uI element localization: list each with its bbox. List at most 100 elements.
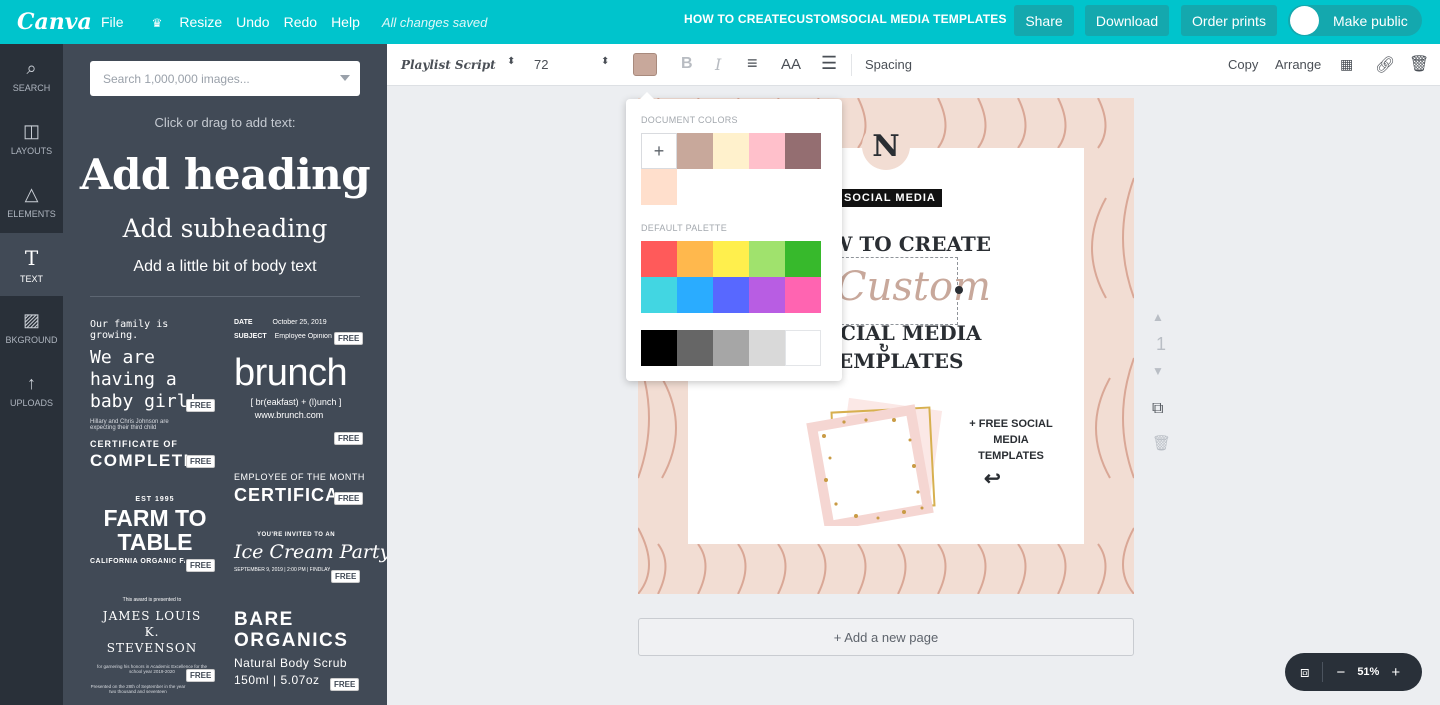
default-color-swatch[interactable] [677, 241, 713, 277]
toggle-knob [1290, 6, 1319, 35]
template-text: SEPTEMBER 9, 2019 | 2:00 PM | FINDLAY [234, 567, 330, 573]
zoom-in-button[interactable]: + [1391, 664, 1400, 681]
free-badge: FREE [331, 570, 361, 583]
nav-text[interactable]: T TEXT [0, 233, 63, 296]
default-color-swatch[interactable] [749, 277, 785, 313]
default-color-swatch[interactable] [785, 277, 821, 313]
delete-page-icon[interactable]: 🗑︎ [1152, 434, 1171, 452]
zoom-divider [1321, 662, 1323, 682]
text-panel: Search 1,000,000 images... Click or drag… [63, 44, 387, 705]
gray-color-swatch[interactable] [677, 330, 713, 366]
zoom-out-button[interactable]: − [1337, 664, 1346, 681]
template-text: [ br(eakfast) + (l)unch ] [250, 397, 342, 407]
default-color-swatch[interactable] [785, 241, 821, 277]
custom-script-text[interactable]: Custom [836, 264, 991, 310]
text-color-button[interactable] [633, 53, 657, 76]
default-color-swatch[interactable] [641, 241, 677, 277]
order-prints-button[interactable]: Order prints [1181, 5, 1277, 36]
gray-color-swatch[interactable] [749, 330, 785, 366]
nav-background[interactable]: ▨ BKGROUND [0, 296, 63, 359]
add-subheading-option[interactable]: Add subheading [63, 214, 387, 243]
menu-redo[interactable]: Redo [284, 14, 317, 30]
font-select-arrows-icon[interactable]: ⬍ [507, 56, 515, 67]
move-up-icon[interactable]: ▲ [1152, 310, 1164, 324]
curved-arrow-icon: ↩ [984, 468, 1001, 490]
nav-search[interactable]: ⌕ SEARCH [0, 44, 63, 107]
nav-layouts[interactable]: ◫ LAYOUTS [0, 107, 63, 170]
template-baby[interactable]: Our family is growing. We are having a b… [90, 319, 220, 431]
document-color-swatch[interactable] [641, 169, 677, 205]
menu-undo[interactable]: Undo [236, 14, 269, 30]
template-text: This award is presented to [122, 597, 182, 603]
move-down-icon[interactable]: ▼ [1152, 364, 1164, 378]
template-brunch[interactable]: DATE October 25, 2019 SUBJECT Employee O… [234, 319, 364, 449]
menu-file[interactable]: File [101, 14, 124, 30]
template-text: JAMES LOUIS K. STEVENSON [102, 609, 202, 655]
monogram[interactable]: N [862, 122, 910, 170]
document-color-swatch[interactable] [749, 133, 785, 169]
align-center-icon[interactable]: ≡ [747, 53, 758, 74]
template-certificate-completion[interactable]: CERTIFICATE OF COMPLETION FREE [90, 439, 220, 479]
arrange-button[interactable]: Arrange [1275, 57, 1321, 72]
menu-help[interactable]: Help [331, 14, 360, 30]
copy-button[interactable]: Copy [1228, 57, 1258, 72]
menu-resize[interactable]: ♛ Resize [138, 14, 223, 30]
document-color-swatch[interactable] [713, 133, 749, 169]
free-templates-note[interactable]: + FREE SOCIAL MEDIA TEMPLATES [966, 416, 1056, 464]
italic-icon[interactable]: I [715, 55, 721, 74]
list-icon[interactable]: ☰ [821, 53, 837, 74]
document-color-swatch[interactable] [677, 133, 713, 169]
social-media-badge[interactable]: SOCIAL MEDIA [838, 189, 942, 207]
template-text: SUBJECT [234, 333, 267, 340]
transparency-icon[interactable]: ▦ [1340, 56, 1353, 73]
template-text: DATE [234, 319, 253, 326]
font-family-select[interactable]: Playlist Script [401, 58, 496, 72]
gray-color-swatch[interactable] [641, 330, 677, 366]
resize-handle[interactable] [955, 286, 963, 294]
bold-icon[interactable]: B [681, 55, 693, 73]
toolbar-divider [851, 54, 852, 76]
make-public-toggle[interactable]: Make public [1288, 5, 1422, 36]
share-button[interactable]: Share [1014, 5, 1074, 36]
headline-line1[interactable]: W TO CREATE [830, 232, 991, 256]
gray-color-swatch[interactable] [785, 330, 821, 366]
add-heading-option[interactable]: Add heading [63, 150, 387, 199]
save-status: All changes saved [381, 14, 488, 30]
size-arrows-icon[interactable]: ⬍ [601, 56, 609, 67]
add-page-button[interactable]: + Add a new page [638, 618, 1134, 656]
nav-uploads[interactable]: ↑ UPLOADS [0, 359, 63, 422]
document-color-swatch[interactable] [785, 133, 821, 169]
spacing-button[interactable]: Spacing [865, 57, 912, 72]
template-ice-cream-party[interactable]: YOU'RE INVITED TO AN Ice Cream Party SEP… [234, 532, 387, 583]
default-color-swatch[interactable] [677, 277, 713, 313]
template-bare-organics[interactable]: BARE ORGANICS Natural Body Scrub 150ml |… [234, 609, 360, 694]
default-color-swatch[interactable] [713, 277, 749, 313]
uppercase-button[interactable]: AA [781, 56, 801, 73]
nav-elements[interactable]: △ ELEMENTS [0, 170, 63, 233]
template-award[interactable]: This award is presented to JAMES LOUIS K… [90, 597, 220, 694]
duplicate-page-icon[interactable]: ⧉ [1152, 400, 1163, 418]
trash-icon[interactable]: 🗑︎ [1409, 54, 1429, 74]
add-color-button[interactable]: + [641, 133, 677, 169]
free-badge: FREE [186, 399, 216, 412]
default-color-swatch[interactable] [641, 277, 677, 313]
gray-color-swatch[interactable] [713, 330, 749, 366]
template-employee-certificate[interactable]: EMPLOYEE OF THE MONTH CERTIFICATE FREE [234, 472, 365, 512]
document-title[interactable]: HOW TO CREATECUSTOMSOCIAL MEDIA TEMPLATE… [684, 12, 1007, 26]
search-input[interactable]: Search 1,000,000 images... [90, 61, 360, 96]
free-badge: FREE [186, 669, 216, 682]
headline-line3[interactable]: EMPLATES [838, 349, 963, 373]
default-color-swatch[interactable] [713, 241, 749, 277]
default-color-swatch[interactable] [749, 241, 785, 277]
headline-line2[interactable]: CIAL MEDIA [840, 321, 981, 345]
template-farm-to-table[interactable]: EST 1995 FARM TO TABLE CALIFORNIA ORGANI… [90, 496, 220, 574]
add-body-option[interactable]: Add a little bit of body text [63, 258, 387, 276]
link-icon[interactable]: 🔗︎ [1375, 55, 1395, 75]
template-text: brunch [234, 352, 348, 394]
elements-icon: △ [24, 184, 39, 204]
canva-logo[interactable]: Canva [17, 9, 92, 35]
font-size-input[interactable]: 72 [534, 57, 548, 72]
template-text: EMPLOYEE OF THE MONTH [234, 472, 365, 482]
download-button[interactable]: Download [1085, 5, 1169, 36]
present-icon[interactable]: ⧈ [1300, 664, 1310, 681]
